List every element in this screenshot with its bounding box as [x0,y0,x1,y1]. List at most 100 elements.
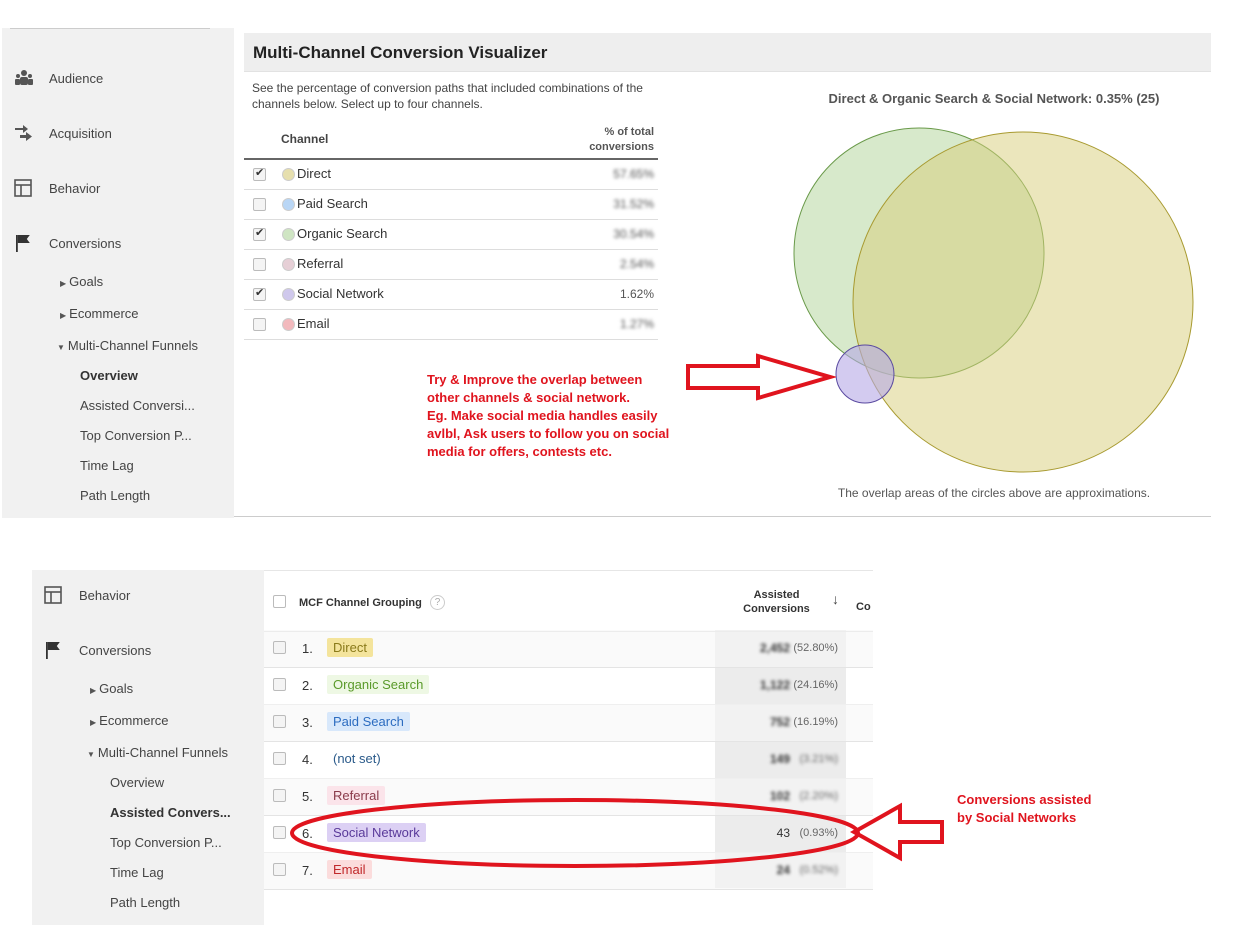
channel-checkbox[interactable] [253,258,266,271]
row-number: 4. [302,752,313,767]
channel-table-header: Channel % of total conversions [244,122,658,160]
sidebar-label: Conversions [49,236,122,251]
assisted-pct: (3.21%) [799,753,838,765]
channel-row[interactable]: Direct 57.65% [244,159,658,190]
col-line: Conversions [743,603,810,615]
channel-row[interactable]: Referral 2.54% [244,249,658,280]
arrow-right-icon [686,353,836,401]
channel-checkbox[interactable] [253,318,266,331]
row-checkbox[interactable] [273,678,286,691]
assisted-pct: (24.16%) [793,679,838,691]
subnav-path-length[interactable]: Path Length [80,488,150,503]
channel-name: Referral [297,256,344,271]
label: Ecommerce [69,306,139,321]
page-title: Multi-Channel Conversion Visualizer [253,43,548,62]
table-row[interactable]: 4. (not set) 149 (3.21%) [264,741,873,779]
subnav-path-length[interactable]: Path Length [110,895,180,910]
assisted-value: 149 [769,752,790,766]
behavior-icon [44,586,62,604]
caret-right-icon: ▶ [60,311,67,320]
help-icon[interactable]: ? [430,595,445,610]
mcf-table-header: MCF Channel Grouping ? Assisted Conversio… [264,570,873,632]
channel-link[interactable]: Direct [327,638,373,657]
sidebar-label: Audience [49,71,104,86]
row-checkbox[interactable] [273,641,286,654]
row-number: 2. [302,678,313,693]
channel-color-dot [282,228,295,241]
caret-down-icon: ▼ [87,750,95,759]
acquisition-icon [15,125,32,141]
subnav-ecommerce[interactable]: ▶ Ecommerce [90,713,169,728]
annotation-line: by Social Networks [957,810,1077,825]
channel-name: Paid Search [297,196,368,211]
sidebar-label: Conversions [79,643,152,658]
channel-row[interactable]: Organic Search 30.54% [244,219,658,250]
subnav-overview[interactable]: Overview [80,368,138,383]
sidebar-label: Behavior [79,588,131,603]
assisted-value: 1,122 [759,678,790,692]
channel-color-dot [282,318,295,331]
channel-checkbox[interactable] [253,198,266,211]
channel-checkbox[interactable] [253,286,266,301]
subnav-overview[interactable]: Overview [110,775,164,790]
col-pct-line: % of total [604,126,655,138]
annotation-bottom: Conversions assisted by Social Networks [957,791,1091,827]
annotation-top: Try & Improve the overlap between other … [427,371,669,461]
annotation-line: other channels & social network. [427,390,630,405]
row-number: 3. [302,715,313,730]
subnav-top-conversion[interactable]: Top Conversion P... [80,428,192,443]
channel-row[interactable]: Social Network 1.62% [244,279,658,310]
channel-link[interactable]: (not set) [327,749,387,768]
description: See the percentage of conversion paths t… [252,81,643,111]
arrow-left-icon [850,802,944,862]
col-channel: Channel [281,132,329,146]
channel-color-dot [282,288,295,301]
subnav-goals[interactable]: ▶ Goals [90,681,133,696]
subnav-goals[interactable]: ▶ Goals [60,274,103,289]
channel-name: Email [297,316,330,331]
channel-checkbox[interactable] [253,166,266,181]
row-number: 1. [302,641,313,656]
channel-link[interactable]: Organic Search [327,675,430,694]
col-assisted[interactable]: Assisted Conversions [724,588,829,616]
subnav-ecommerce[interactable]: ▶ Ecommerce [60,306,139,321]
assisted-value: 752 [769,715,790,729]
col-group: MCF Channel Grouping [299,597,422,609]
channel-row[interactable]: Paid Search 31.52% [244,189,658,220]
audience-icon [15,70,33,85]
channel-row[interactable]: Email 1.27% [244,309,658,340]
assisted-pct: (52.80%) [793,642,838,654]
arrow-down-icon[interactable]: ↓ [832,591,839,607]
assisted-value: 2,452 [759,641,790,655]
channel-pct: 30.54% [613,227,654,241]
annotation-line: avlbl, Ask users to follow you on social [427,426,670,441]
subnav-time-lag[interactable]: Time Lag [110,865,164,880]
assisted-pct: (16.19%) [793,716,838,728]
subnav-assisted[interactable]: Assisted Conversi... [80,398,195,413]
row-checkbox[interactable] [273,715,286,728]
channel-checkbox[interactable] [253,226,266,241]
channel-name: Direct [297,166,331,181]
divider [234,516,1211,517]
label: Goals [69,274,104,289]
table-row[interactable]: 1. Direct 2,452 (52.80%) [264,630,873,668]
channel-color-dot [282,258,295,271]
subnav-time-lag[interactable]: Time Lag [80,458,134,473]
select-all-checkbox[interactable] [273,595,286,608]
label: Multi-Channel Funnels [67,338,198,353]
table-row[interactable]: 2. Organic Search 1,122 (24.16%) [264,667,873,705]
col-next: Co [856,601,871,613]
col-line: Assisted [753,589,800,601]
table-row[interactable]: 3. Paid Search 752 (16.19%) [264,704,873,742]
row-checkbox[interactable] [273,752,286,765]
venn-circle-direct [852,131,1194,473]
subnav-mcf[interactable]: ▼ Multi-Channel Funnels [57,338,198,353]
subnav-assisted[interactable]: Assisted Convers... [110,805,231,820]
caret-right-icon: ▶ [60,279,67,288]
label: Ecommerce [99,713,169,728]
subnav-top-conversion[interactable]: Top Conversion P... [110,835,222,850]
subnav-mcf[interactable]: ▼ Multi-Channel Funnels [87,745,228,760]
channel-link[interactable]: Paid Search [327,712,410,731]
channel-pct: 1.62% [619,287,654,301]
channel-name: Organic Search [297,226,388,241]
